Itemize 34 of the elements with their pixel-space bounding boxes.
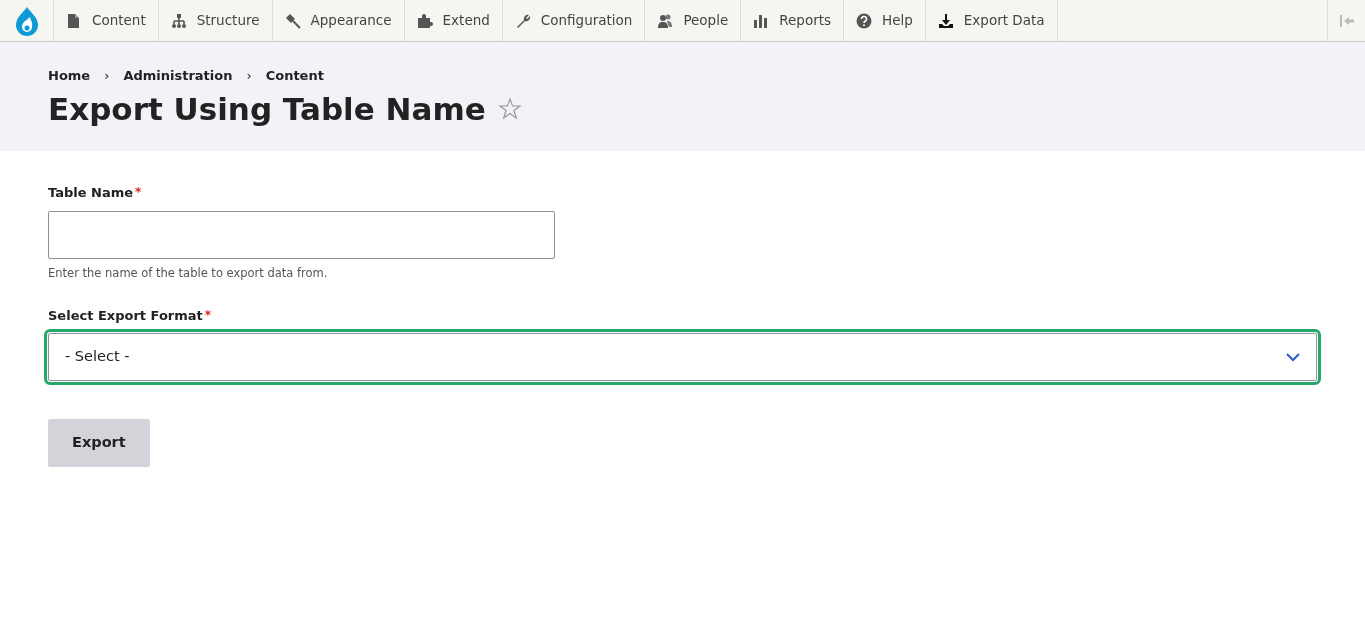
- breadcrumb-link[interactable]: Content: [265, 66, 324, 86]
- breadcrumb-link[interactable]: Administration: [123, 66, 233, 86]
- toolbar-item[interactable]: Export Data: [925, 0, 1058, 41]
- toolbar-item[interactable]: Reports: [741, 0, 845, 41]
- table-name-field[interactable]: [48, 210, 555, 259]
- chevron-down-icon: [1286, 352, 1300, 362]
- menu-icon: [657, 12, 674, 29]
- menu-icon: [170, 12, 187, 29]
- field-label: Select Export Format: [48, 306, 203, 325]
- menu-icon: [753, 12, 770, 29]
- toolbar-item[interactable]: Structure: [158, 0, 273, 41]
- drop-logo-icon[interactable]: [13, 5, 40, 36]
- breadcrumb-separator: ›: [104, 67, 110, 85]
- field-description: Enter the name of the table to export data from.: [48, 264, 329, 282]
- required-mark: *: [135, 184, 142, 201]
- star-icon[interactable]: [497, 96, 522, 121]
- field-label: Table Name: [48, 184, 134, 202]
- collapse-icon[interactable]: [1338, 14, 1355, 27]
- toolbar-item[interactable]: Help: [844, 0, 926, 41]
- breadcrumb-link[interactable]: Home: [48, 66, 91, 86]
- toolbar-item[interactable]: Configuration: [502, 0, 646, 41]
- menu-icon: [937, 12, 954, 29]
- toolbar-item[interactable]: People: [645, 0, 742, 41]
- toolbar-item[interactable]: Appearance: [272, 0, 405, 41]
- toolbar-item[interactable]: Content: [54, 0, 159, 41]
- menu-icon: [416, 12, 433, 29]
- breadcrumb-separator: ›: [246, 67, 252, 85]
- page-title: Export Using Table Name: [48, 89, 486, 129]
- menu-icon: [856, 12, 873, 29]
- toolbar-item[interactable]: Extend: [404, 0, 503, 41]
- menu-icon: [66, 12, 82, 29]
- required-mark: *: [204, 306, 212, 324]
- menu-icon: [284, 12, 301, 29]
- export-button[interactable]: Export: [48, 419, 150, 468]
